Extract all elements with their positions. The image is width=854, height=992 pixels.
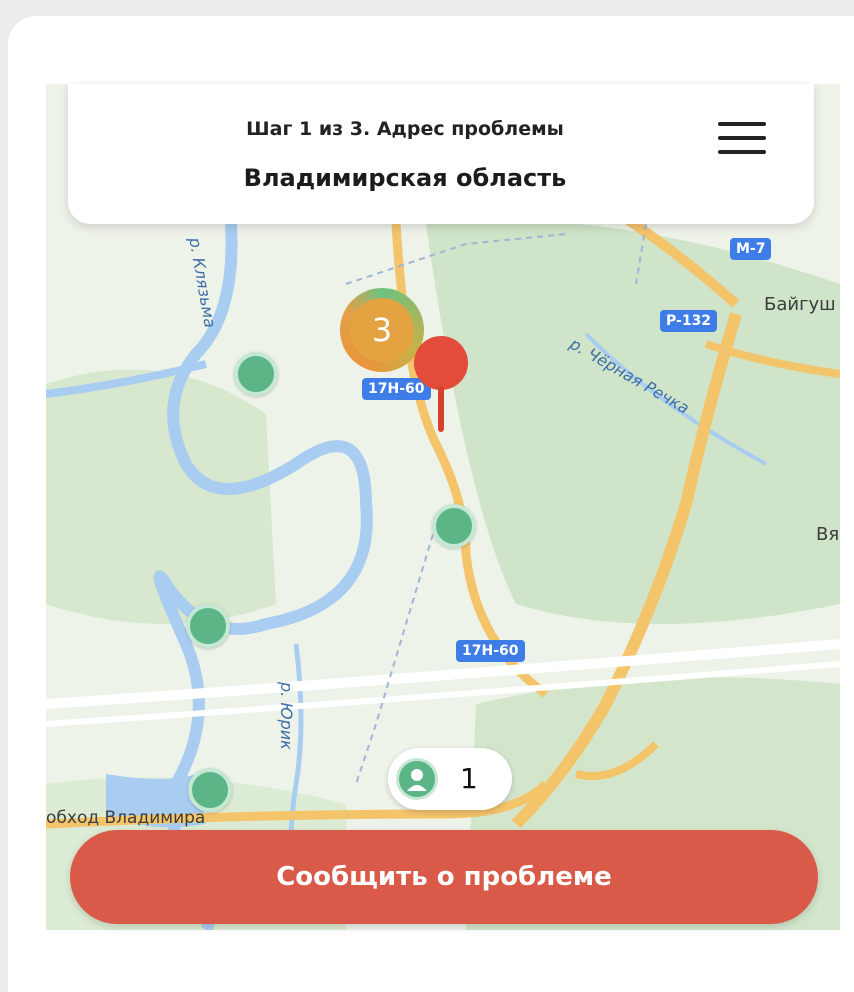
problem-marker[interactable]: [234, 352, 278, 396]
region-title: Владимирская область: [243, 164, 567, 192]
step-indicator: Шаг 1 из 3. Адрес проблемы: [246, 118, 564, 140]
road-badge-p132: P-132: [660, 310, 718, 332]
pin-head: [414, 336, 468, 390]
users-counter-chip[interactable]: 1: [388, 748, 512, 810]
report-problem-button[interactable]: Сообщить о проблеме: [70, 830, 818, 924]
users-count: 1: [460, 762, 478, 795]
problem-marker[interactable]: [188, 768, 232, 812]
road-badge-17h60-bottom: 17H-60: [456, 640, 525, 662]
road-badge-m7: M-7: [730, 238, 772, 260]
problem-marker[interactable]: [186, 604, 230, 648]
menu-icon[interactable]: [718, 122, 766, 162]
user-icon: [396, 758, 438, 800]
river-label-yurik: р. Юрик: [277, 682, 296, 750]
place-label-baigush: Байгуш: [764, 294, 836, 315]
marker-pin-icon[interactable]: [414, 336, 468, 436]
pin-stem: [438, 386, 444, 432]
place-label-obkhod: обход Владимира: [46, 808, 206, 828]
place-label-vya: Вя: [816, 524, 840, 545]
cluster-count: 3: [350, 298, 414, 362]
top-header: Шаг 1 из 3. Адрес проблемы Владимирская …: [68, 84, 814, 224]
problem-marker[interactable]: [432, 504, 476, 548]
problem-cluster[interactable]: 3: [340, 288, 424, 372]
